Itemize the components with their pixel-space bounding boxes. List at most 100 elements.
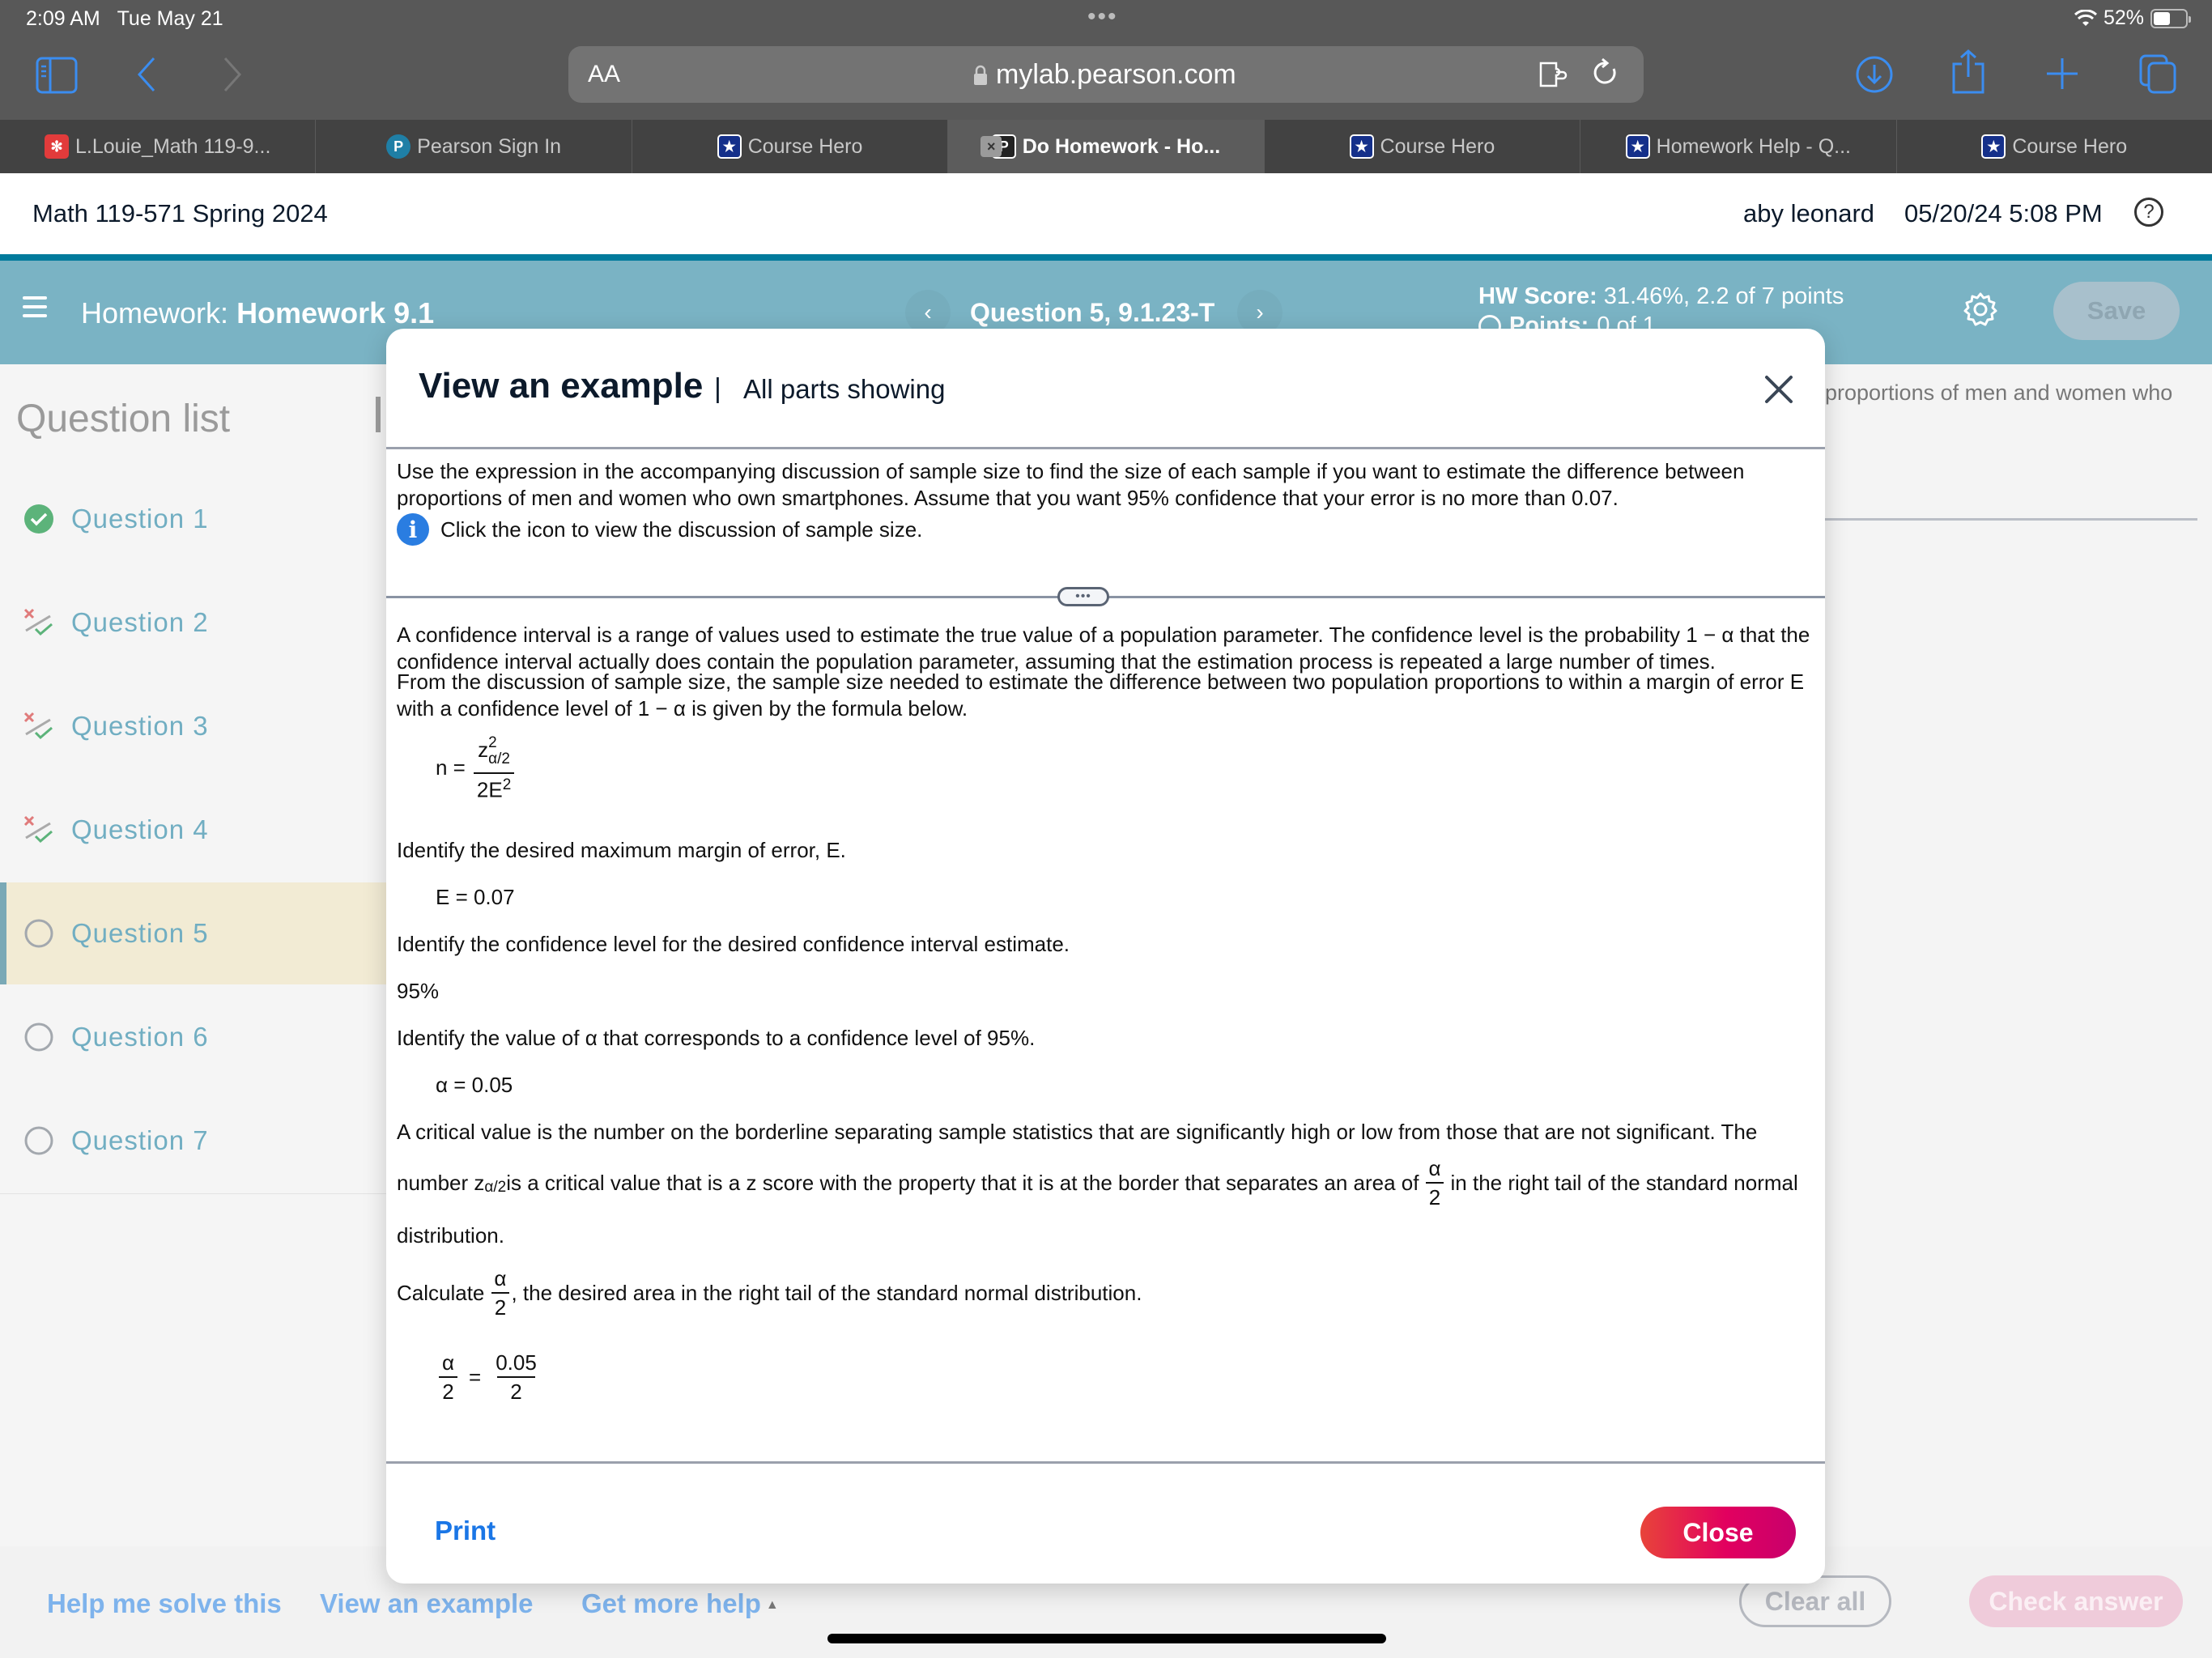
paragraph-sample-size: From the discussion of sample size, the … xyxy=(397,670,1805,721)
formula-lhs: n = xyxy=(436,755,466,780)
question-list-item[interactable]: Question 2 xyxy=(0,572,386,674)
coursehero-icon: ★ xyxy=(1625,134,1650,159)
tab-label: Course Hero xyxy=(2012,134,2128,158)
unanswered-circle-icon xyxy=(23,1124,55,1157)
browser-tab[interactable]: ★ Course Hero xyxy=(1265,120,1581,173)
homework-prefix: Homework: xyxy=(81,296,229,329)
tab-overview-icon[interactable] xyxy=(2138,53,2178,95)
coursehero-icon: ★ xyxy=(1981,134,2006,159)
example-solution-body: A confidence interval is a range of valu… xyxy=(397,599,1814,1409)
critical-value-text: is a critical value that is a z score wi… xyxy=(506,1170,1419,1195)
new-tab-icon[interactable] xyxy=(2044,54,2081,93)
question-list-item[interactable]: Question 4 xyxy=(0,779,386,881)
status-right: 52% xyxy=(2074,6,2191,30)
critical-value-line3: distribution. xyxy=(397,1223,504,1248)
help-icon[interactable]: ? xyxy=(2134,198,2163,227)
question-prompt: Use the expression in the accompanying d… xyxy=(397,459,1745,510)
get-more-help-link[interactable]: Get more help ▲ xyxy=(581,1588,779,1619)
coursehero-icon: ★ xyxy=(717,134,742,159)
browser-tab-active[interactable]: × P Do Homework - Ho... xyxy=(948,120,1265,173)
browser-tab[interactable]: ★ Course Hero xyxy=(632,120,949,173)
extensions-icon[interactable] xyxy=(1538,61,1571,92)
question-label: Question 1 xyxy=(71,504,209,534)
formula-numerator: z 2 α/2 xyxy=(474,735,513,772)
question-list-item[interactable]: Question 6 xyxy=(0,986,386,1088)
calculate-text: Calculate xyxy=(397,1280,485,1305)
clock-date: Tue May 21 xyxy=(117,7,223,30)
print-link[interactable]: Print xyxy=(435,1516,496,1546)
question-list-sidebar: Question list Question 1 Question 2 Ques… xyxy=(0,364,386,1546)
info-text: Click the icon to view the discussion of… xyxy=(440,517,923,542)
fraction-numerator: α xyxy=(494,1266,507,1290)
browser-tab[interactable]: P Pearson Sign In xyxy=(316,120,632,173)
share-icon[interactable] xyxy=(1950,49,1987,95)
downloads-icon[interactable] xyxy=(1854,54,1895,95)
close-icon[interactable] xyxy=(1763,373,1795,406)
question-list-item[interactable]: Question 7 xyxy=(0,1090,386,1192)
battery-percent: 52% xyxy=(2103,6,2144,29)
alpha-over-two-fraction: α 2 xyxy=(491,1266,510,1318)
hw-score: HW Score: 31.46%, 2.2 of 7 points xyxy=(1478,283,1844,310)
gear-icon[interactable] xyxy=(1963,291,1998,327)
question-title: Question 5, 9.1.23-T xyxy=(970,298,1215,327)
browser-tab[interactable]: ✻ L.Louie_Math 119-9... xyxy=(0,120,317,173)
tab-label: Pearson Sign In xyxy=(417,134,562,158)
tab-label: Course Hero xyxy=(747,134,863,158)
value-fraction: 0.05 2 xyxy=(492,1352,540,1402)
browser-tab[interactable]: ★ Course Hero xyxy=(1897,120,2212,173)
user-name: aby leonard xyxy=(1743,199,1875,227)
fraction-numerator: α xyxy=(1428,1156,1441,1180)
formula-subscript: α/2 xyxy=(488,750,510,767)
back-icon[interactable] xyxy=(134,54,159,95)
clock-time: 2:09 AM xyxy=(26,7,100,30)
alpha-over-two-fraction: α 2 xyxy=(439,1352,457,1402)
text-size-button[interactable]: AA xyxy=(588,61,620,88)
hw-score-label: HW Score: xyxy=(1478,283,1597,309)
right-tail-text: in the right tail of the standard normal xyxy=(1450,1170,1798,1195)
question-text-fragment: proportions of men and women who xyxy=(1825,380,2173,405)
check-answer-button[interactable]: Check answer xyxy=(1969,1575,2183,1627)
z-symbol: z xyxy=(478,737,489,762)
question-list-item[interactable]: Question 3 xyxy=(0,675,386,777)
question-label: Question 2 xyxy=(71,607,209,637)
browser-toolbar: AA mylab.pearson.com xyxy=(0,36,2212,120)
step-confidence-prompt: Identify the confidence level for the de… xyxy=(397,932,1070,956)
step-margin-prompt: Identify the desired maximum margin of e… xyxy=(397,838,846,862)
url-display[interactable]: mylab.pearson.com xyxy=(973,59,1236,91)
question-label: Question 3 xyxy=(71,711,209,741)
sidebar-collapse-handle[interactable] xyxy=(376,397,381,432)
question-divider xyxy=(1825,518,2197,521)
home-indicator[interactable] xyxy=(827,1634,1386,1643)
get-more-help-label: Get more help xyxy=(581,1588,761,1618)
view-example-link[interactable]: View an example xyxy=(320,1588,534,1619)
close-button[interactable]: Close xyxy=(1640,1507,1796,1558)
multitasking-dots-icon[interactable]: ••• xyxy=(1087,3,1118,31)
caret-up-icon: ▲ xyxy=(765,1598,779,1613)
partial-credit-icon xyxy=(23,710,55,742)
forward-icon[interactable] xyxy=(220,54,245,95)
close-tab-icon[interactable]: × xyxy=(981,136,1002,157)
alpha-over-two-fraction: α 2 xyxy=(1425,1158,1444,1208)
dialog-title: View an example xyxy=(419,366,704,406)
sidebar-toggle-icon[interactable] xyxy=(36,56,78,95)
paragraph-confidence-interval: A confidence interval is a range of valu… xyxy=(397,623,1810,674)
tab-label: Homework Help - Q... xyxy=(1656,134,1851,158)
address-bar[interactable]: AA mylab.pearson.com xyxy=(568,46,1644,103)
fraction-denominator: 2 xyxy=(1425,1182,1444,1208)
homework-title: Homework: Homework 9.1 xyxy=(81,296,434,330)
info-icon[interactable]: i xyxy=(397,513,429,546)
help-me-solve-link[interactable]: Help me solve this xyxy=(47,1588,282,1619)
tab-label: Course Hero xyxy=(1380,134,1495,158)
question-list-item[interactable]: Question 1 xyxy=(0,468,386,570)
hamburger-menu-icon[interactable] xyxy=(23,296,47,317)
dialog-subtitle: All parts showing xyxy=(743,374,946,404)
browser-tab[interactable]: ★ Homework Help - Q... xyxy=(1580,120,1897,173)
save-button[interactable]: Save xyxy=(2053,282,2180,340)
hw-score-value: 31.46%, 2.2 of 7 points xyxy=(1603,283,1844,309)
discussion-info: i Click the icon to view the discussion … xyxy=(397,513,922,546)
reload-icon[interactable] xyxy=(1592,57,1619,96)
question-list-item-current[interactable]: Question 5 xyxy=(0,882,386,984)
course-title: Math 119-571 Spring 2024 xyxy=(32,199,328,227)
title-separator: | xyxy=(714,373,721,404)
correct-check-icon xyxy=(23,503,55,535)
